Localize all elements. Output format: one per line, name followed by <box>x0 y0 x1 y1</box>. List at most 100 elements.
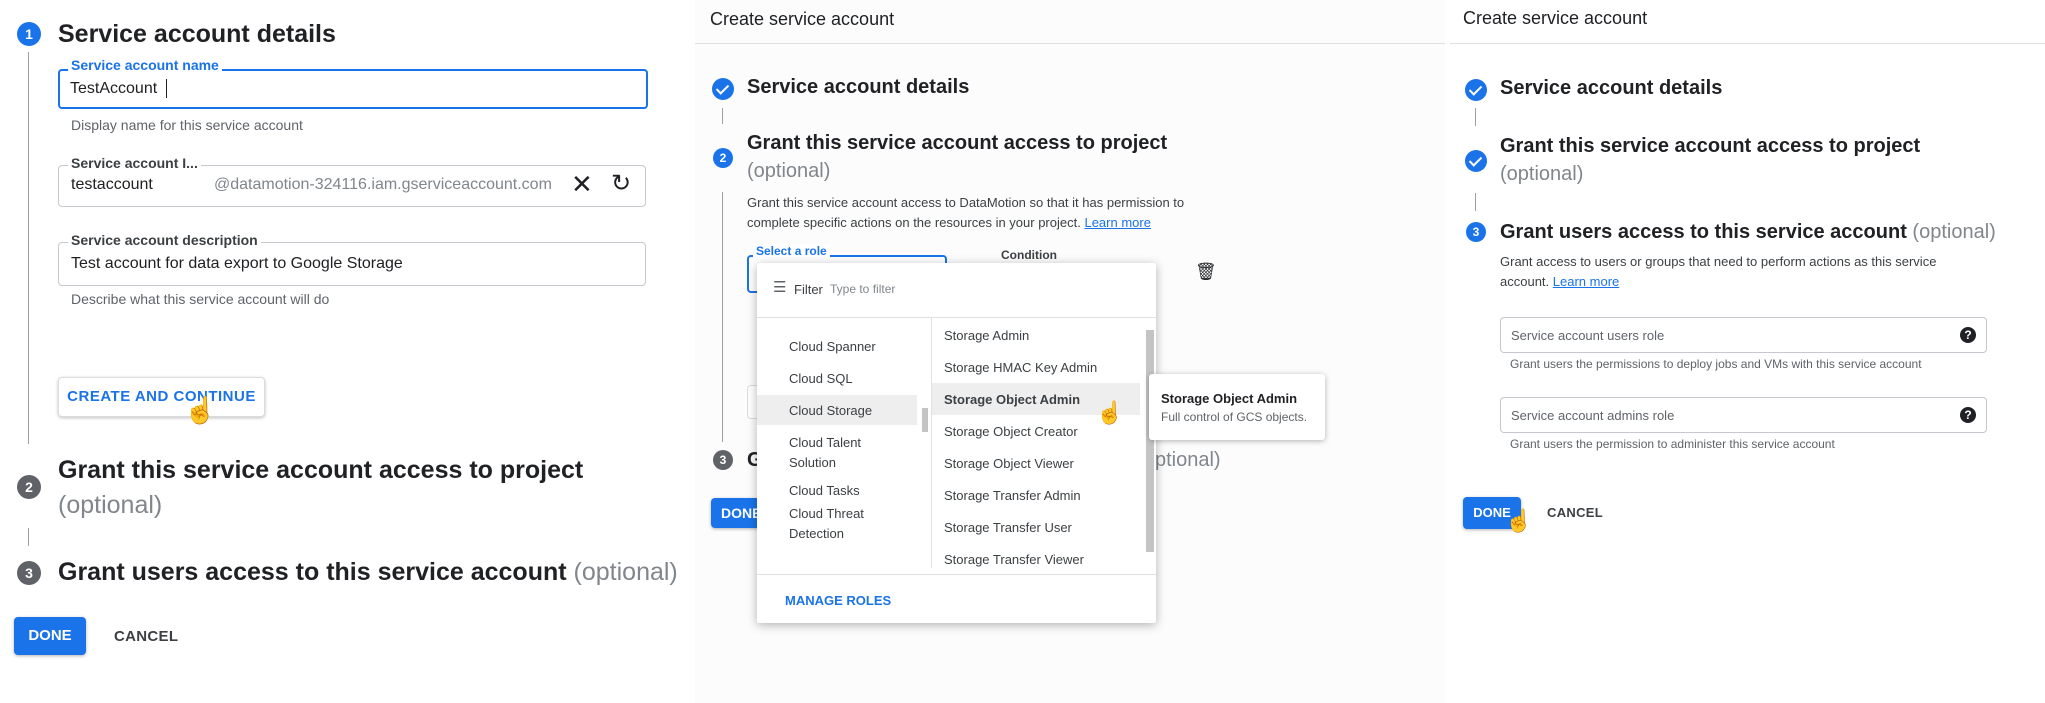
category-item-selected[interactable]: Cloud Storage <box>789 403 872 418</box>
role-item[interactable]: Storage Transfer User <box>944 520 1072 535</box>
service-account-id-suffix: @datamotion-324116.iam.gserviceaccount.c… <box>214 176 552 193</box>
step2-description: Grant this service account access to Dat… <box>747 193 1197 233</box>
step1-number: 1 <box>17 22 41 46</box>
filter-icon: ☰ <box>773 279 787 296</box>
service-account-description-value[interactable]: Test account for data export to Google S… <box>71 255 403 273</box>
service-account-description-hint: Describe what this service account will … <box>71 291 330 307</box>
hand-cursor-icon: ☝ <box>1505 508 1533 533</box>
role-item[interactable]: Storage Object Creator <box>944 424 1078 439</box>
users-role-hint: Grant users the permissions to deploy jo… <box>1510 357 1922 371</box>
cancel-button[interactable]: CANCEL <box>114 628 178 645</box>
role-scrollbar[interactable] <box>1146 330 1154 552</box>
category-item[interactable]: Cloud Threat Detection <box>789 504 879 544</box>
service-account-description-label: Service account description <box>68 232 261 248</box>
step1-title: Service account details <box>1500 77 1723 99</box>
cancel-button[interactable]: CANCEL <box>1547 505 1603 520</box>
step2-title: Grant this service account access to pro… <box>58 456 584 484</box>
learn-more-link[interactable]: Learn more <box>1553 274 1619 289</box>
role-item-hovered[interactable]: Storage Object Admin <box>944 392 1080 407</box>
step2-number: 2 <box>713 148 733 168</box>
admins-role-placeholder: Service account admins role <box>1511 408 1675 423</box>
step-connector <box>1475 108 1476 126</box>
refresh-icon[interactable]: ↻ <box>611 169 631 198</box>
step2-panel: Create service account Service account d… <box>695 0 1445 703</box>
clear-icon[interactable]: ✕ <box>571 169 593 200</box>
service-account-users-role-field[interactable]: Service account users role ? <box>1500 317 1987 353</box>
step3-description: Grant access to users or groups that nee… <box>1500 252 1970 292</box>
page-header: Create service account <box>710 9 895 29</box>
help-icon[interactable]: ? <box>1960 327 1976 343</box>
step2-optional: (optional) <box>58 491 163 519</box>
step3-title-text: Grant users access to this service accou… <box>58 558 567 586</box>
step3-panel: Create service account Service account d… <box>1450 0 2045 703</box>
step1-title: Service account details <box>747 76 970 98</box>
text-caret <box>166 79 167 98</box>
hand-cursor-icon: ☝ <box>1096 400 1124 425</box>
step-connector <box>722 192 723 442</box>
category-item[interactable]: Cloud SQL <box>789 371 853 386</box>
step-connector <box>722 108 723 124</box>
step3-title-text: Grant users access to this service accou… <box>1500 221 1907 243</box>
service-account-name-hint: Display name for this service account <box>71 117 303 133</box>
step1-title: Service account details <box>58 20 336 48</box>
role-dropdown-menu: ☰ Filter Type to filter Cloud Spanner Cl… <box>757 263 1156 623</box>
step-connector <box>28 528 29 546</box>
role-tooltip: Storage Object Admin Full control of GCS… <box>1149 374 1325 440</box>
service-account-description-field[interactable]: Test account for data export to Google S… <box>58 242 646 286</box>
step3-number: 3 <box>713 450 733 470</box>
step3-optional: (optional) <box>1912 221 1996 243</box>
filter-input[interactable]: Type to filter <box>830 282 895 296</box>
filter-label: Filter <box>794 282 823 297</box>
step3-optional-partial: ptional) <box>1155 449 1221 471</box>
category-list: Cloud Spanner Cloud SQL Cloud Storage Cl… <box>757 318 931 568</box>
step3-number: 3 <box>1466 222 1486 242</box>
step2-number: 2 <box>17 475 41 499</box>
step3-title: Grant users access to this service accou… <box>58 558 678 587</box>
category-item[interactable]: Cloud Tasks <box>789 483 860 498</box>
service-account-name-value[interactable]: TestAccount <box>70 80 157 98</box>
role-item[interactable]: Storage Transfer Admin <box>944 488 1081 503</box>
step3-optional: (optional) <box>573 558 678 586</box>
manage-roles-link[interactable]: MANAGE ROLES <box>785 593 891 608</box>
service-account-name-field[interactable]: TestAccount <box>58 69 648 109</box>
users-role-placeholder: Service account users role <box>1511 328 1665 343</box>
header-divider <box>695 43 1445 44</box>
tooltip-body: Full control of GCS objects. <box>1161 410 1308 424</box>
step1-panel: 1 Service account details TestAccount Se… <box>0 0 690 703</box>
step1-complete-check-icon <box>712 78 734 100</box>
service-account-id-field[interactable]: testaccount @datamotion-324116.iam.gserv… <box>58 165 646 207</box>
filter-bar[interactable]: ☰ Filter Type to filter <box>757 263 1156 318</box>
service-account-id-value[interactable]: testaccount <box>71 176 153 194</box>
step2-optional: (optional) <box>1500 163 1584 185</box>
role-item[interactable]: Storage Admin <box>944 328 1029 343</box>
role-item[interactable]: Storage HMAC Key Admin <box>944 360 1097 375</box>
step2-optional: (optional) <box>747 160 831 182</box>
condition-label: Condition <box>1001 248 1057 262</box>
help-icon[interactable]: ? <box>1960 407 1976 423</box>
step1-complete-check-icon <box>1465 79 1487 101</box>
page-header: Create service account <box>1463 8 1648 28</box>
step-connector <box>1475 193 1476 211</box>
step2-title: Grant this service account access to pro… <box>747 132 1168 154</box>
hand-cursor-icon: ☝ <box>184 395 217 425</box>
done-button[interactable]: DONE <box>711 498 761 528</box>
service-account-id-label: Service account I... <box>68 155 201 171</box>
category-item[interactable]: Cloud Spanner <box>789 339 876 354</box>
delete-icon[interactable]: 🗑 <box>1195 262 1217 282</box>
step-connector <box>28 52 29 444</box>
admins-role-hint: Grant users the permission to administer… <box>1510 437 1835 451</box>
role-item[interactable]: Storage Object Viewer <box>944 456 1074 471</box>
category-item[interactable]: Cloud Talent Solution <box>789 433 879 473</box>
menu-footer-divider <box>757 574 1156 575</box>
step3-number: 3 <box>17 561 41 585</box>
done-button[interactable]: DONE <box>14 617 86 655</box>
service-account-name-label: Service account name <box>68 57 222 73</box>
role-list: Storage Admin Storage HMAC Key Admin Sto… <box>932 318 1156 568</box>
select-role-label: Select a role <box>753 244 830 258</box>
create-and-continue-button[interactable]: CREATE AND CONTINUE <box>58 377 265 417</box>
learn-more-link[interactable]: Learn more <box>1084 215 1150 230</box>
service-account-admins-role-field[interactable]: Service account admins role ? <box>1500 397 1987 433</box>
step3-title: Grant users access to this service accou… <box>1500 221 1996 244</box>
category-scrollbar[interactable] <box>922 408 928 432</box>
role-item[interactable]: Storage Transfer Viewer <box>944 552 1084 567</box>
